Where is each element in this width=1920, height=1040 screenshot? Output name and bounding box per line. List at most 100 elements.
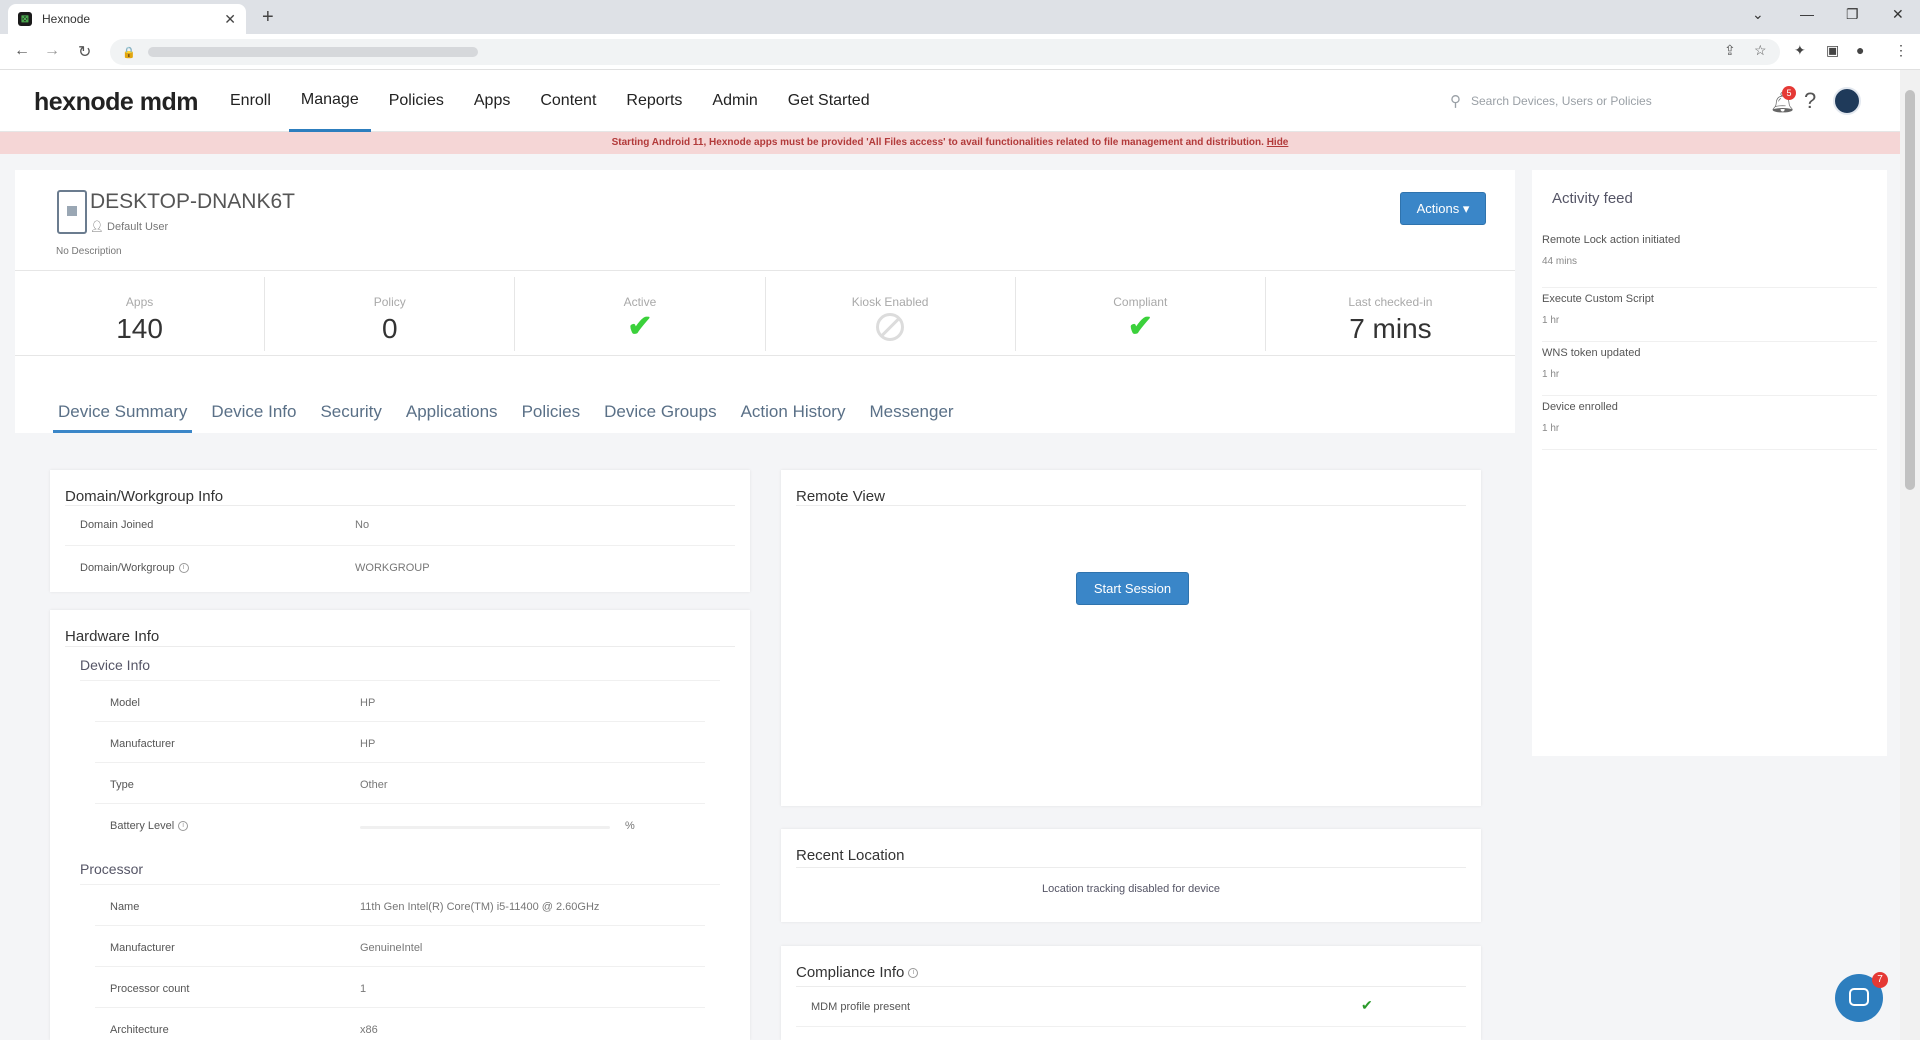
stat-compliant-label: Compliant [1113, 295, 1168, 309]
nav-manage[interactable]: Manage [288, 70, 371, 132]
device-subtabs: Device Summary Device Info Security Appl… [53, 402, 973, 433]
tab-policies[interactable]: Policies [517, 402, 586, 433]
minimize-icon[interactable]: — [1800, 6, 1814, 22]
restore-icon[interactable]: ❐ [1846, 6, 1859, 23]
feed-item: WNS token updated 1 hr [1542, 342, 1877, 396]
chat-bubble-icon [1849, 988, 1869, 1006]
profile-icon[interactable]: ● [1856, 42, 1864, 58]
tab-search-icon[interactable]: ⌄ [1752, 6, 1764, 23]
tab-device-summary[interactable]: Device Summary [53, 402, 193, 433]
info-icon[interactable]: i [178, 563, 189, 574]
device-description: No Description [56, 246, 122, 257]
activity-feed: Activity feed Remote Lock action initiat… [1532, 170, 1887, 756]
stat-kiosk-label: Kiosk Enabled [851, 295, 929, 309]
device-info-section: Device Info [80, 657, 151, 673]
device-stats: Apps 140 Policy 0 Active ✔ Kiosk Enabled… [15, 270, 1515, 356]
processor-count-value: 1 [360, 983, 367, 995]
scrollbar-thumb[interactable] [1905, 90, 1915, 490]
nav-policies[interactable]: Policies [377, 70, 456, 132]
feed-item: Remote Lock action initiated 44 mins [1542, 234, 1877, 288]
domain-joined-value: No [355, 519, 370, 531]
info-icon[interactable]: i [908, 968, 919, 979]
recent-location-card: Recent Location Location tracking disabl… [781, 829, 1481, 922]
user-avatar[interactable] [1833, 87, 1861, 115]
tab-messenger[interactable]: Messenger [864, 402, 958, 433]
help-icon[interactable]: ? [1804, 88, 1816, 114]
share-icon[interactable]: ⇪ [1724, 42, 1736, 59]
reload-icon[interactable]: ↻ [78, 42, 91, 62]
app-header: hexnode mdm Enroll Manage Policies Apps … [0, 70, 1900, 132]
close-window-icon[interactable]: ✕ [1892, 6, 1904, 23]
start-session-button[interactable]: Start Session [1076, 572, 1189, 605]
nav-enroll[interactable]: Enroll [218, 70, 283, 132]
windows-device-icon [57, 190, 87, 234]
global-search[interactable]: ⚲ Search Devices, Users or Policies [1450, 92, 1652, 110]
nav-reports[interactable]: Reports [614, 70, 694, 132]
stat-policy-value: 0 [381, 313, 398, 344]
tab-applications[interactable]: Applications [401, 402, 503, 433]
search-icon: ⚲ [1450, 93, 1461, 110]
mdm-profile-label: MDM profile present [811, 1001, 911, 1013]
stat-policy[interactable]: Policy 0 [265, 277, 516, 351]
nav-apps[interactable]: Apps [462, 70, 522, 132]
activity-feed-title: Activity feed [1552, 190, 1633, 207]
new-tab-icon[interactable]: + [262, 6, 274, 29]
tab-title: Hexnode [42, 12, 91, 26]
nav-admin[interactable]: Admin [700, 70, 769, 132]
stat-last-checkin: Last checked-in 7 mins [1266, 277, 1515, 351]
extensions-icon[interactable]: ✦ [1794, 42, 1806, 59]
back-icon[interactable]: ← [14, 42, 30, 60]
nav-content[interactable]: Content [528, 70, 608, 132]
battery-unit: % [625, 820, 635, 832]
stat-apps-value: 140 [116, 313, 163, 344]
device-name: DESKTOP-DNANK6T [90, 190, 295, 213]
page-scrollbar[interactable] [1900, 70, 1920, 1040]
location-status: Location tracking disabled for device [1042, 883, 1220, 895]
tab-close-icon[interactable]: ✕ [224, 11, 236, 28]
domain-card-title: Domain/Workgroup Info [65, 488, 224, 505]
feed-item-time: 1 hr [1542, 315, 1560, 326]
model-label: Model [110, 697, 140, 709]
tab-device-groups[interactable]: Device Groups [599, 402, 721, 433]
stat-apps[interactable]: Apps 140 [15, 277, 266, 351]
browser-menu-icon[interactable]: ⋮ [1894, 42, 1908, 59]
stat-checkin-label: Last checked-in [1348, 295, 1433, 309]
stat-checkin-value: 7 mins [1349, 313, 1432, 344]
feed-item-text: WNS token updated [1542, 347, 1641, 359]
search-placeholder: Search Devices, Users or Policies [1471, 94, 1652, 108]
compliant-check-icon: ✔ [1127, 310, 1153, 343]
stat-policy-label: Policy [373, 295, 406, 309]
forward-icon[interactable]: → [44, 42, 60, 60]
address-bar[interactable]: 🔒 [110, 39, 1780, 65]
browser-tab[interactable]: ⊠ Hexnode ✕ [8, 4, 246, 34]
nav-get-started[interactable]: Get Started [776, 70, 882, 132]
info-icon[interactable]: i [178, 821, 189, 832]
lock-icon: 🔒 [122, 46, 136, 59]
browser-tab-bar: ⊠ Hexnode ✕ + ⌄ — ❐ ✕ [0, 0, 1920, 34]
hexnode-logo[interactable]: hexnode mdm [34, 88, 198, 117]
blurred-url [147, 47, 478, 57]
notification-bell-icon[interactable]: 🔔︎ 5 [1770, 86, 1796, 115]
mdm-profile-check-icon: ✔ [1361, 997, 1373, 1013]
tab-device-info[interactable]: Device Info [206, 402, 301, 433]
device-user-name: Default User [107, 221, 169, 233]
processor-count-label: Processor count [110, 983, 190, 995]
tab-action-history[interactable]: Action History [736, 402, 851, 433]
battery-level-bar [360, 826, 610, 829]
remote-view-card: Remote View Start Session [781, 470, 1481, 806]
type-value: Other [360, 779, 388, 791]
sidebar-icon[interactable]: ▣ [1826, 42, 1839, 59]
banner-hide-link[interactable]: Hide [1267, 137, 1289, 148]
feed-item-text: Execute Custom Script [1542, 293, 1654, 305]
compliance-title: Compliance Info i [796, 964, 919, 981]
kiosk-disabled-icon [876, 313, 905, 341]
tab-security[interactable]: Security [315, 402, 386, 433]
battery-label: Battery Level i [110, 820, 189, 832]
stat-compliant[interactable]: Compliant ✔ [1016, 277, 1266, 351]
bookmark-star-icon[interactable]: ☆ [1754, 42, 1767, 59]
recent-location-title: Recent Location [796, 847, 905, 864]
actions-button[interactable]: Actions ▾ [1400, 192, 1486, 225]
feed-item: Device enrolled 1 hr [1542, 396, 1877, 450]
manufacturer-label: Manufacturer [110, 738, 175, 750]
domain-workgroup-value: WORKGROUP [355, 562, 430, 574]
